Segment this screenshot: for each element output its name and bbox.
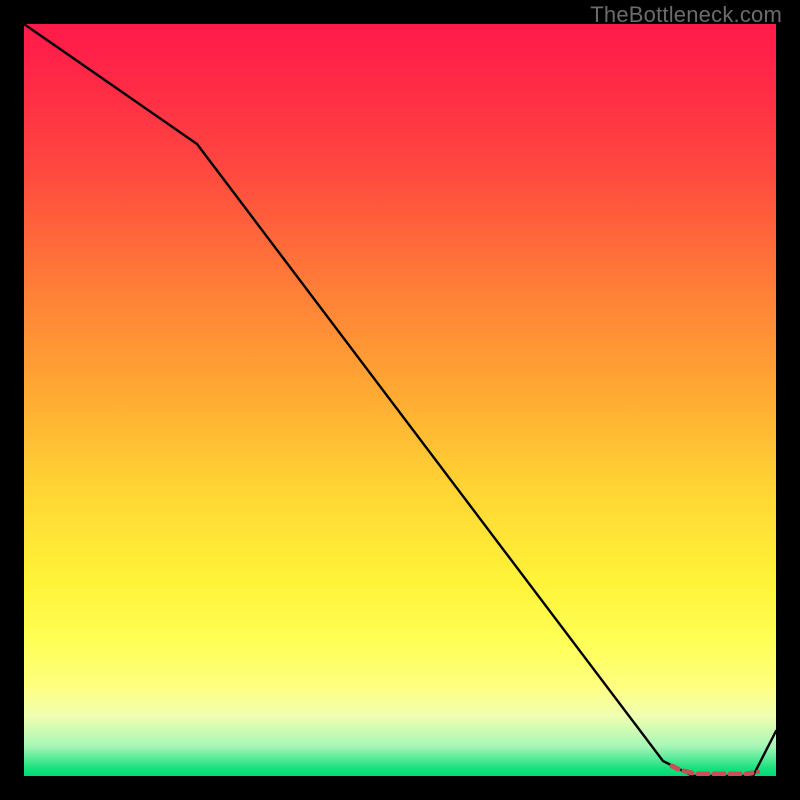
plot-area [24,24,776,776]
chart-frame: TheBottleneck.com [0,0,800,800]
bottleneck-curve [24,24,776,776]
minimum-marker [672,766,760,774]
chart-overlay [24,24,776,776]
